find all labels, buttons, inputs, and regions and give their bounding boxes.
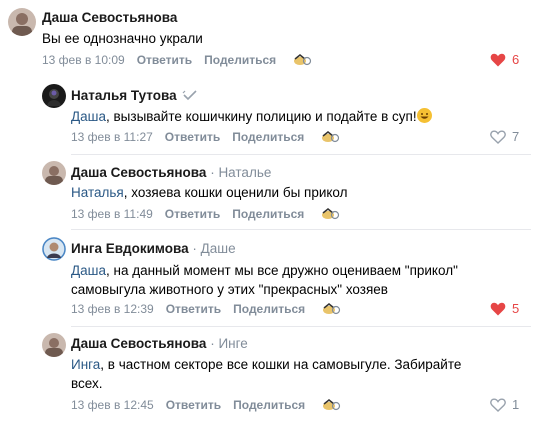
reply-to-link[interactable]: Даше [201, 241, 236, 256]
reply-button[interactable]: Ответить [137, 53, 192, 67]
like-button[interactable]: 1 [490, 397, 519, 412]
share-button[interactable]: Поделиться [233, 302, 305, 316]
author-name[interactable]: Даша Севостьянова [42, 10, 177, 25]
divider [71, 229, 531, 230]
like-count: 6 [512, 52, 520, 67]
heart-icon [490, 129, 506, 144]
comment-meta: 13 фев в 12:45 Ответить Поделиться [71, 398, 341, 412]
comment-text: Вы ее однозначно украли [42, 31, 203, 46]
comment-meta: 13 фев в 11:49 Ответить Поделиться [71, 207, 340, 221]
share-button[interactable]: Поделиться [232, 207, 304, 221]
like-count: 5 [512, 301, 520, 316]
mention-link[interactable]: Даша [71, 109, 106, 124]
author-name[interactable]: Наталья Тутова [71, 88, 177, 103]
reply-to-link[interactable]: Наталье [218, 165, 271, 180]
reply-button[interactable]: Ответить [165, 130, 220, 144]
emoji-icon [416, 108, 432, 123]
comment-meta: 13 фев в 12:39 Ответить Поделиться [71, 302, 341, 316]
comment-time[interactable]: 13 фев в 10:09 [42, 53, 125, 67]
comment-text: Инга, в частном секторе все кошки на сам… [71, 357, 462, 391]
divider [71, 154, 531, 155]
heart-icon [490, 302, 506, 315]
like-button[interactable]: 5 [490, 301, 519, 316]
share-button[interactable]: Поделиться [204, 53, 276, 67]
like-count: 7 [512, 129, 520, 144]
author-name[interactable]: Даша Севостьянова [71, 165, 206, 180]
reply-button[interactable]: Ответить [165, 207, 220, 221]
gift-icon[interactable] [321, 302, 341, 316]
comment-meta: 13 фев в 11:27 Ответить Поделиться [71, 130, 340, 144]
comment-text: Даша, на данный момент мы все дружно оце… [71, 263, 458, 297]
author-name[interactable]: Даша Севостьянова [71, 336, 206, 351]
avatar[interactable] [8, 8, 36, 36]
like-button[interactable]: 7 [490, 129, 519, 144]
heart-icon [490, 397, 506, 412]
verified-icon [182, 89, 198, 104]
gift-icon[interactable] [320, 130, 340, 144]
avatar[interactable] [42, 237, 66, 261]
gift-icon[interactable] [292, 53, 312, 67]
comment-text: Наталья, хозяева кошки оценили бы прикол [71, 185, 348, 200]
like-button[interactable]: 6 [490, 52, 519, 67]
reply-button[interactable]: Ответить [166, 398, 221, 412]
comment-time[interactable]: 13 фев в 11:27 [71, 130, 153, 144]
mention-link[interactable]: Даша [71, 263, 106, 278]
gift-icon[interactable] [321, 398, 341, 412]
reply-to-link[interactable]: Инге [218, 336, 247, 351]
gift-icon[interactable] [320, 207, 340, 221]
comment-meta: 13 фев в 10:09 Ответить Поделиться [42, 53, 312, 67]
comment-time[interactable]: 13 фев в 12:39 [71, 302, 154, 316]
avatar[interactable] [42, 84, 66, 108]
share-button[interactable]: Поделиться [232, 130, 304, 144]
reply-button[interactable]: Ответить [166, 302, 221, 316]
heart-icon [490, 53, 506, 66]
comment-text: Даша, вызывайте кошичкину полицию и пода… [71, 107, 511, 126]
divider [71, 326, 531, 327]
comment-time[interactable]: 13 фев в 11:49 [71, 207, 153, 221]
like-count: 1 [512, 397, 520, 412]
avatar[interactable] [42, 161, 66, 185]
share-button[interactable]: Поделиться [233, 398, 305, 412]
comment-time[interactable]: 13 фев в 12:45 [71, 398, 154, 412]
mention-link[interactable]: Наталья [71, 185, 124, 200]
author-name[interactable]: Инга Евдокимова [71, 241, 189, 256]
mention-link[interactable]: Инга [71, 357, 100, 372]
avatar[interactable] [42, 333, 66, 357]
